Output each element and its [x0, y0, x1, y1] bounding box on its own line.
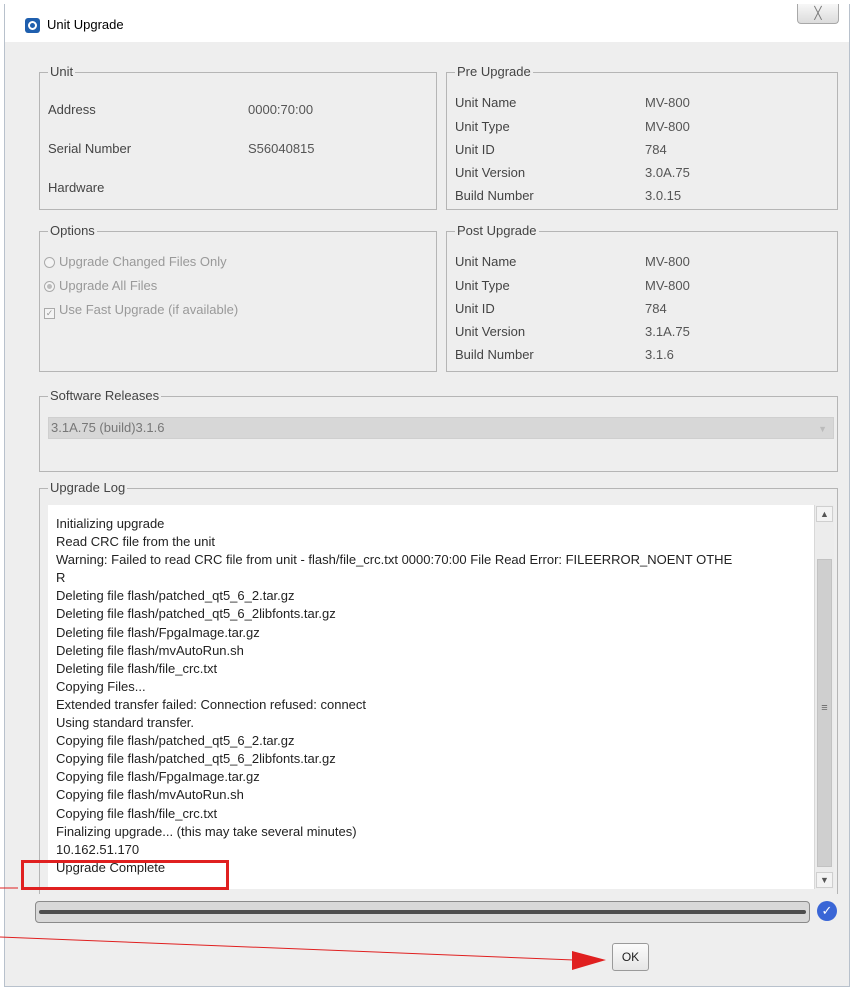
annotation-arrow: [0, 887, 606, 970]
